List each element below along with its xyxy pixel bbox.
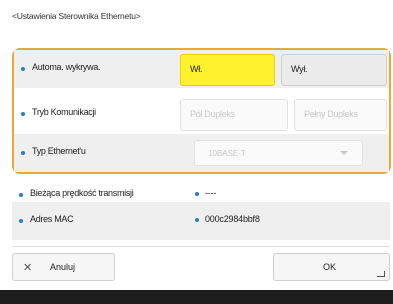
speed-label: Bieżąca prędkość transmisji	[30, 188, 134, 198]
mac-value: 000c2984bbf8	[195, 214, 260, 224]
cancel-label: Anuluj	[50, 262, 76, 272]
bullet-icon	[19, 193, 23, 197]
ok-label: OK	[323, 262, 337, 272]
full-duplex-button[interactable]: Pełny Dupleks	[294, 99, 387, 131]
divider	[12, 246, 390, 247]
auto-detect-on-button[interactable]: Wł.	[180, 54, 275, 86]
auto-detect-off-button[interactable]: Wył.	[281, 54, 387, 86]
return-icon	[377, 271, 385, 277]
close-icon: ✕	[23, 262, 33, 274]
comm-mode-label: Tryb Komunikacji	[32, 107, 96, 117]
cancel-button[interactable]: ✕ Anuluj	[12, 253, 115, 281]
chevron-down-icon	[340, 151, 348, 155]
mac-row: Adres MAC 000c2984bbf8	[12, 202, 390, 240]
bullet-icon	[19, 219, 23, 223]
ethernet-type-select[interactable]: 10BASE-T	[194, 140, 363, 166]
page-title: <Ustawienia Sterownika Ethernetu>	[12, 11, 141, 21]
half-duplex-button[interactable]: Pół Dupleks	[180, 99, 288, 131]
bullet-icon	[21, 112, 25, 116]
bullet-icon	[195, 217, 199, 222]
auto-detect-label: Automa. wykrywa.	[32, 62, 101, 72]
bottom-bar	[0, 290, 393, 304]
ethernet-type-value: 10BASE-T	[208, 149, 246, 158]
speed-value: ----	[195, 188, 216, 198]
ethernet-type-label: Typ Ethernet'u	[32, 146, 86, 156]
bullet-icon	[21, 67, 25, 71]
bullet-icon	[21, 151, 25, 155]
mac-label: Adres MAC	[30, 214, 74, 224]
ok-button[interactable]: OK	[273, 253, 390, 281]
bullet-icon	[195, 191, 199, 196]
